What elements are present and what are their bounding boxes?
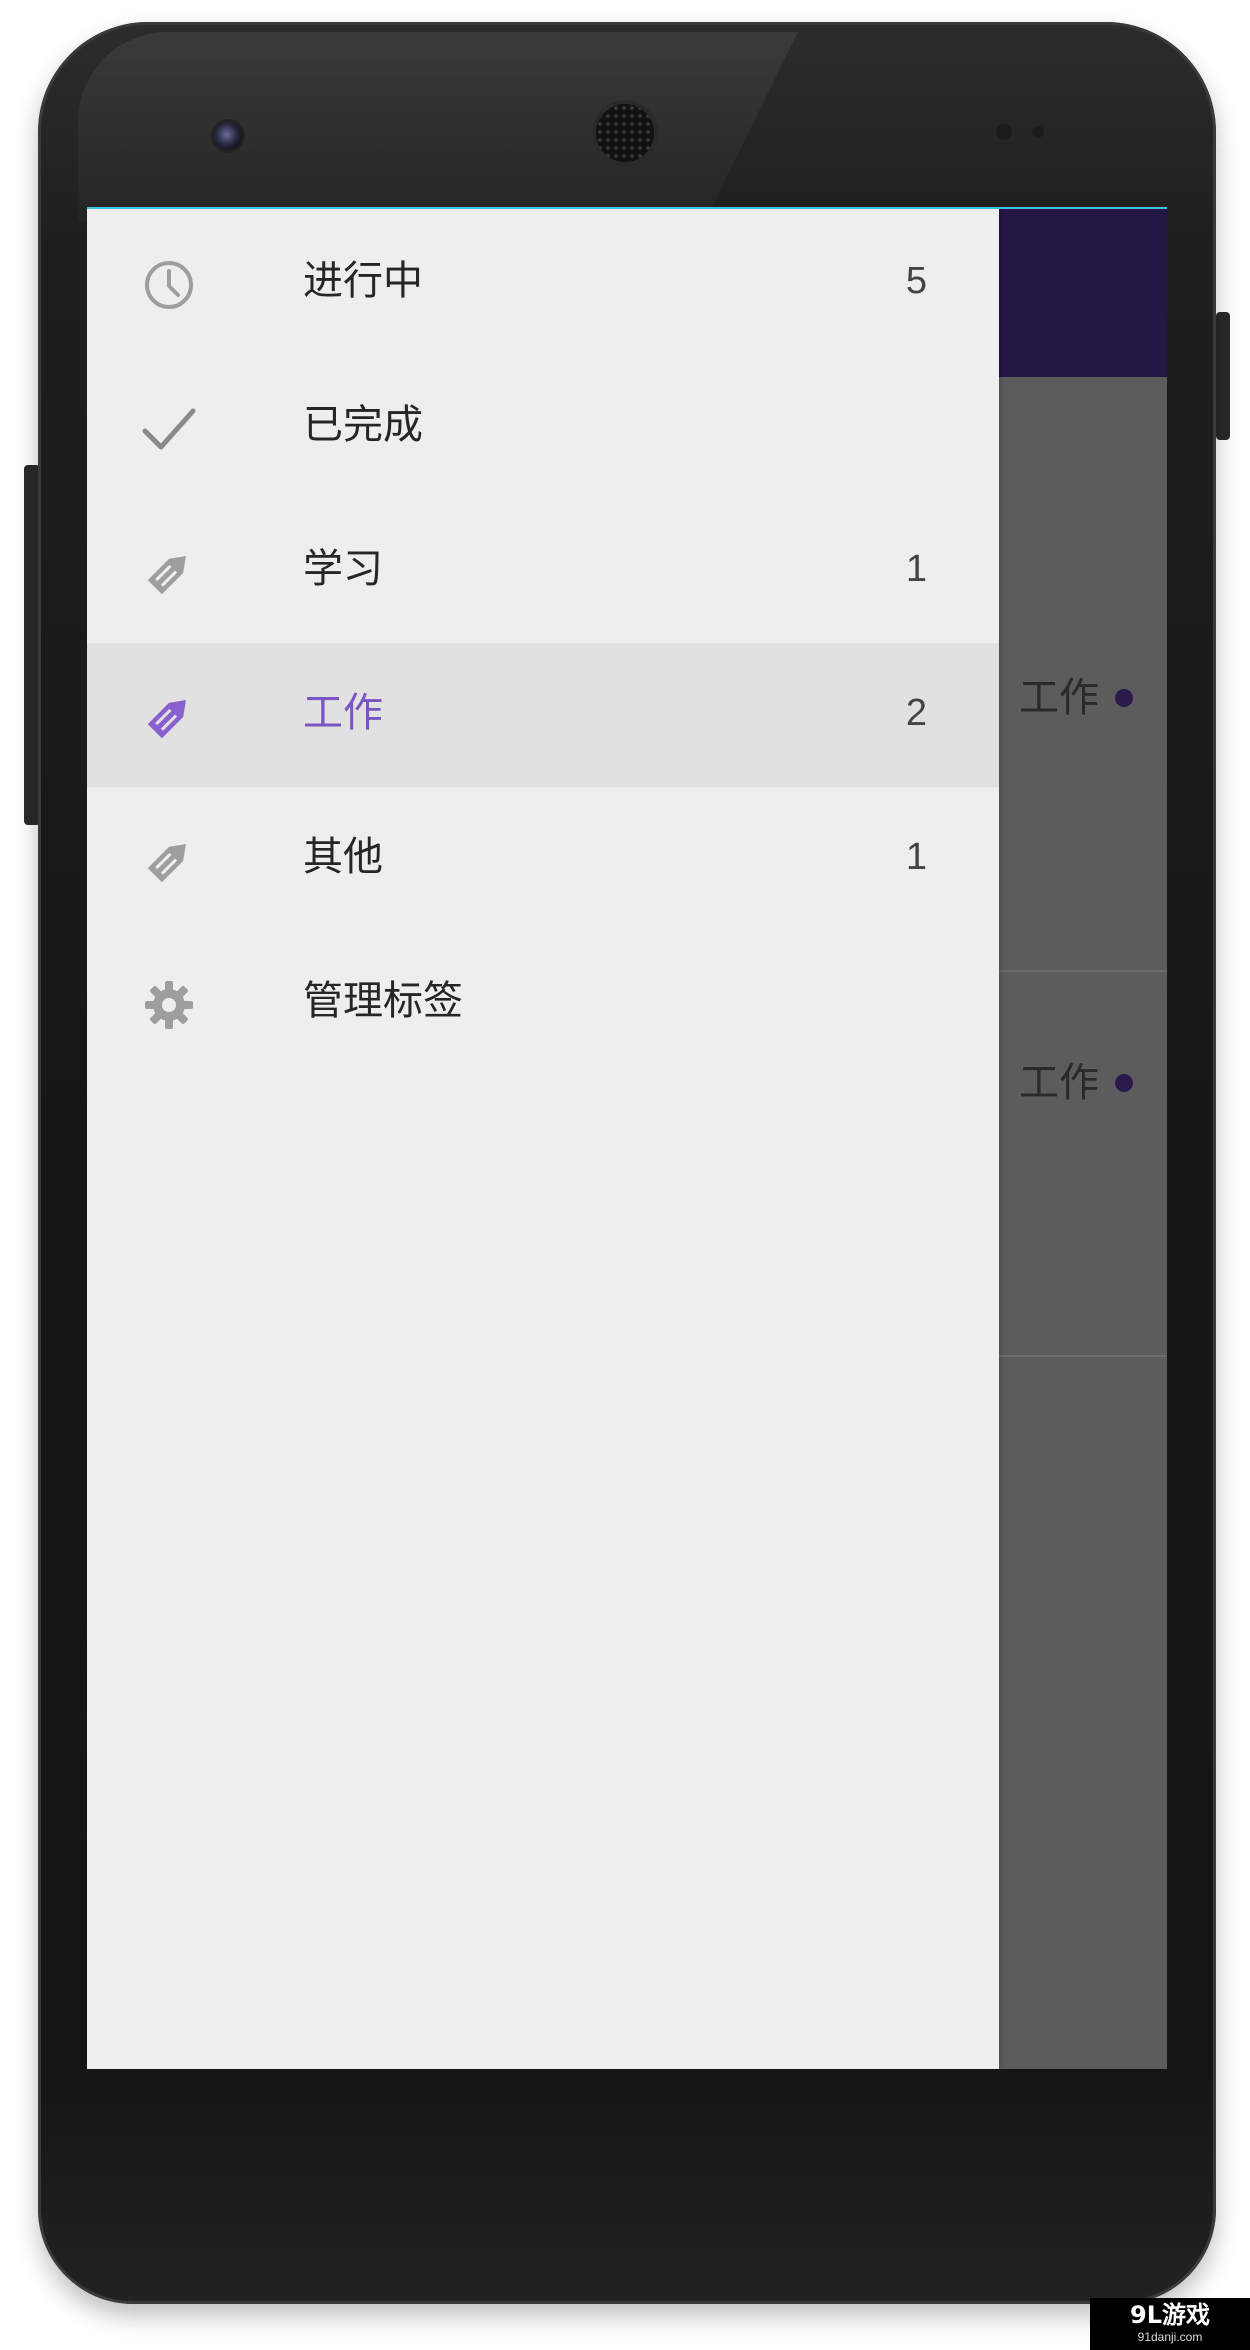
tag-icon xyxy=(147,700,186,739)
earpiece-speaker xyxy=(596,104,654,162)
drawer-item-completed[interactable]: 已完成 xyxy=(87,355,999,499)
tag-icon xyxy=(147,556,186,595)
drawer-item-other[interactable]: 其他 1 xyxy=(87,787,999,931)
checkmark-icon xyxy=(142,408,196,450)
watermark-url: 91danji.com xyxy=(1137,2330,1203,2344)
stage: 工作 工作 进行中 5 已完成 学习 1 工作 2 其他 1 管理标签 9L游戏… xyxy=(0,0,1250,2350)
drawer-item-label: 已完成 xyxy=(303,402,423,448)
tag-icon xyxy=(147,844,186,883)
list-item-tag-label: 工作 xyxy=(1019,675,1099,721)
drawer-item-label: 进行中 xyxy=(303,258,423,304)
front-camera xyxy=(214,122,242,150)
screen: 工作 工作 进行中 5 已完成 学习 1 工作 2 其他 1 管理标签 xyxy=(87,207,1167,2069)
clock-icon xyxy=(145,261,193,309)
proximity-sensor xyxy=(996,124,1012,140)
phone-power-button xyxy=(1216,312,1230,440)
gear-icon xyxy=(145,981,193,1029)
navigation-drawer: 进行中 5 已完成 学习 1 工作 2 其他 1 管理标签 xyxy=(87,209,999,2069)
light-sensor xyxy=(1032,126,1044,138)
phone-gloss xyxy=(78,32,798,222)
drawer-item-work[interactable]: 工作 2 xyxy=(87,643,999,787)
list-item-tag-label: 工作 xyxy=(1019,1060,1099,1106)
drawer-item-in-progress[interactable]: 进行中 5 xyxy=(87,211,999,355)
drawer-item-study[interactable]: 学习 1 xyxy=(87,499,999,643)
tag-color-dot xyxy=(1115,1074,1133,1092)
tag-color-dot xyxy=(1115,689,1133,707)
drawer-item-label: 工作 xyxy=(303,690,383,736)
watermark-text: 9L游戏 xyxy=(1130,2301,1210,2329)
drawer-item-count: 5 xyxy=(905,260,927,302)
drawer-item-label: 管理标签 xyxy=(303,978,463,1024)
drawer-item-count: 1 xyxy=(905,548,927,590)
drawer-item-count: 2 xyxy=(905,692,927,734)
drawer-item-count: 1 xyxy=(905,836,927,878)
drawer-item-manage-tags[interactable]: 管理标签 xyxy=(87,931,999,1075)
watermark-logo: 9L游戏 91danji.com xyxy=(1090,2298,1250,2350)
drawer-item-label: 其他 xyxy=(303,834,383,880)
drawer-item-label: 学习 xyxy=(303,546,383,592)
